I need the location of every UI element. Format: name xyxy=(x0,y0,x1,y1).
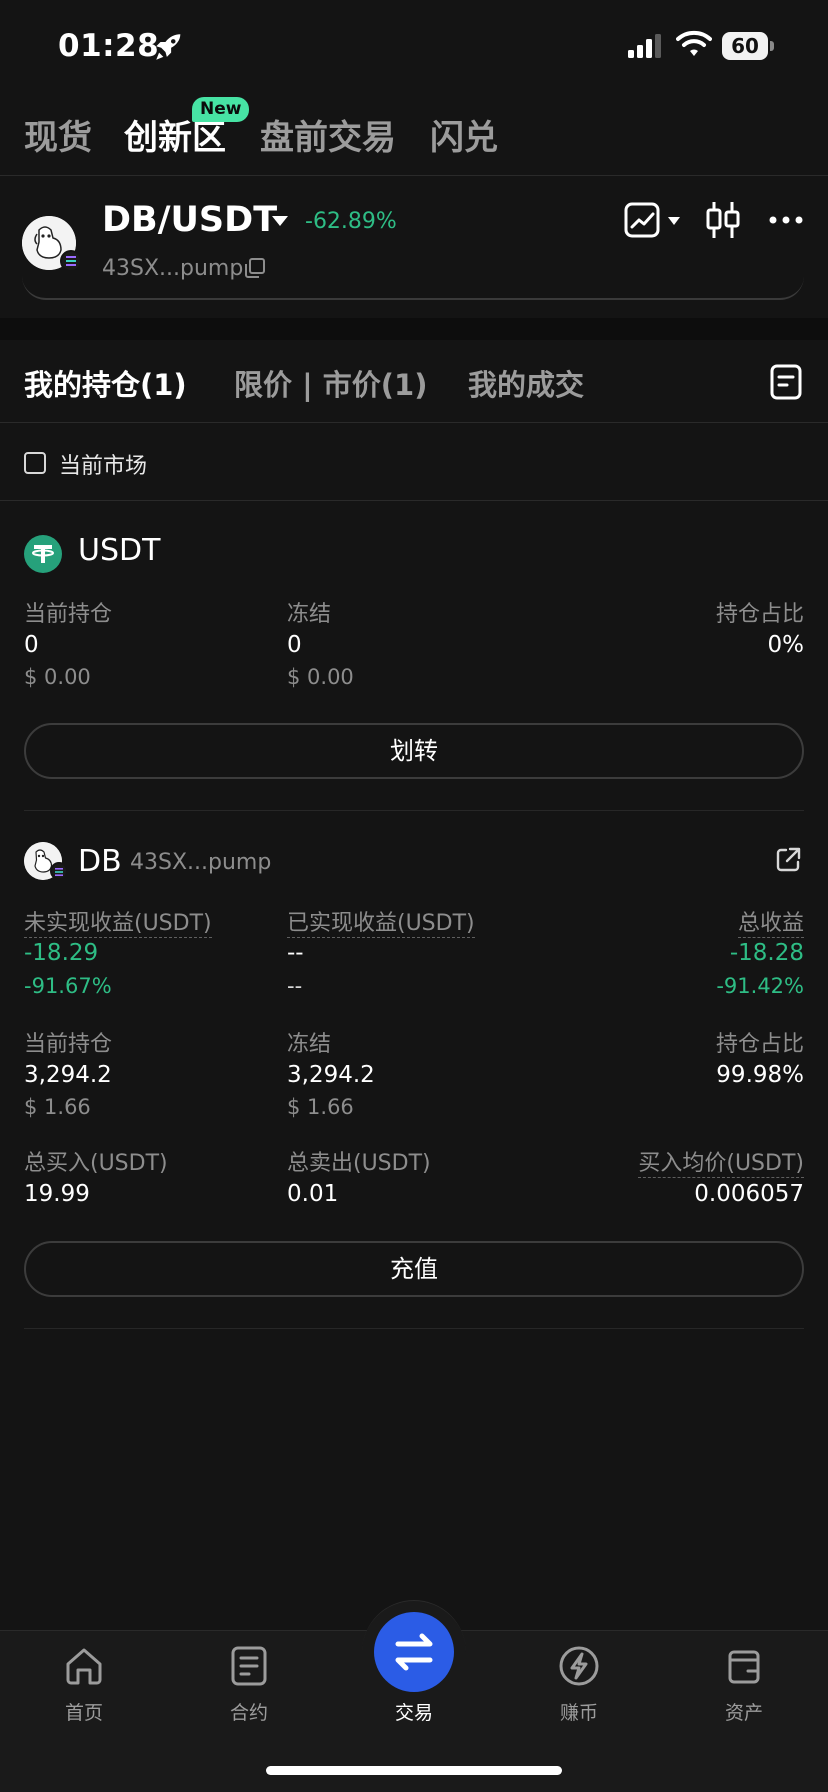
section-gap xyxy=(0,318,828,340)
unrealized-pnl-pct: -91.67% xyxy=(24,974,112,998)
earn-icon xyxy=(559,1646,599,1686)
divider xyxy=(24,1328,804,1329)
rocket-icon xyxy=(156,34,181,60)
db-holding-usd: $ 1.66 xyxy=(24,1095,91,1119)
total-pnl-pct: -91.42% xyxy=(716,974,804,998)
more-icon[interactable] xyxy=(768,206,804,234)
nav-home-label: 首页 xyxy=(64,1702,103,1724)
divider xyxy=(0,500,828,501)
solana-chain-icon xyxy=(50,862,68,880)
wifi-icon xyxy=(676,30,712,56)
current-market-checkbox[interactable] xyxy=(24,452,46,474)
swap-icon xyxy=(395,1633,433,1671)
home-icon xyxy=(66,1648,102,1685)
tab-my-trades[interactable]: 我的成交 xyxy=(468,362,584,404)
usdt-ratio-value: 0% xyxy=(767,632,805,658)
divider xyxy=(0,175,828,176)
total-sell-value: 0.01 xyxy=(287,1181,339,1207)
db-ratio-label: 持仓占比 xyxy=(715,1032,804,1057)
tab-spot[interactable]: 现货 xyxy=(24,110,92,159)
nav-earn-label: 赚币 xyxy=(559,1702,598,1724)
db-frozen-label: 冻结 xyxy=(287,1032,332,1057)
contract-icon xyxy=(231,1646,267,1686)
avg-buy-label[interactable]: 买入均价(USDT) xyxy=(638,1151,804,1178)
tab-my-positions[interactable]: 我的持仓(1) xyxy=(24,362,187,404)
db-holding-label: 当前持仓 xyxy=(24,1032,113,1057)
realized-pnl-pct: -- xyxy=(287,974,303,998)
db-frozen-usd: $ 1.66 xyxy=(287,1095,354,1119)
nav-trade-label: 交易 xyxy=(394,1702,433,1724)
nav-assets[interactable]: 资产 xyxy=(694,1644,794,1724)
realized-pnl-value: -- xyxy=(287,940,304,966)
status-time: 01:28 xyxy=(58,28,160,64)
db-address: 43SX...pump xyxy=(130,850,272,875)
tab-premarket[interactable]: 盘前交易 xyxy=(260,110,396,159)
new-badge: New xyxy=(192,97,250,122)
chart-icon[interactable] xyxy=(624,202,660,238)
usdt-icon xyxy=(24,535,62,573)
realized-pnl-label[interactable]: 已实现收益(USDT) xyxy=(287,911,475,938)
total-sell-label: 总卖出(USDT) xyxy=(287,1151,431,1176)
nav-home[interactable]: 首页 xyxy=(34,1644,134,1724)
header-bottom-edge xyxy=(22,270,804,300)
external-link-icon[interactable] xyxy=(774,846,802,874)
divider xyxy=(0,422,828,423)
nav-contract-label: 合约 xyxy=(229,1702,268,1724)
total-buy-label: 总买入(USDT) xyxy=(24,1151,168,1176)
usdt-holding-usd: $ 0.00 xyxy=(24,665,91,689)
total-pnl-label[interactable]: 总收益 xyxy=(737,911,804,938)
usdt-holding-label: 当前持仓 xyxy=(24,602,113,627)
deposit-button[interactable]: 充值 xyxy=(24,1241,804,1297)
usdt-holding-value: 0 xyxy=(24,632,39,658)
pair-change: -62.89% xyxy=(305,209,397,234)
order-history-icon[interactable] xyxy=(770,364,802,400)
usdt-frozen-value: 0 xyxy=(287,632,302,658)
candlestick-icon[interactable] xyxy=(706,200,740,240)
signal-icon xyxy=(628,34,661,58)
unrealized-pnl-label[interactable]: 未实现收益(USDT) xyxy=(24,911,212,938)
db-holding-value: 3,294.2 xyxy=(24,1062,112,1088)
app-screen: 01:28 60 现货 创新区 New 盘前交易 闪兑 DB/USDT -62.… xyxy=(0,0,828,1792)
pair-dropdown-icon[interactable] xyxy=(272,216,288,226)
usdt-ratio-label: 持仓占比 xyxy=(715,602,804,627)
total-buy-value: 19.99 xyxy=(24,1181,90,1207)
trade-fab-button[interactable] xyxy=(374,1612,454,1692)
transfer-button[interactable]: 划转 xyxy=(24,723,804,779)
battery-level: 60 xyxy=(722,32,768,60)
db-title: DB xyxy=(78,844,122,879)
current-market-label[interactable]: 当前市场 xyxy=(59,448,147,480)
db-frozen-value: 3,294.2 xyxy=(287,1062,375,1088)
total-pnl-value: -18.28 xyxy=(729,940,804,966)
usdt-frozen-label: 冻结 xyxy=(287,602,332,627)
db-ratio-value: 99.98% xyxy=(716,1062,804,1088)
tab-limit-market[interactable]: 限价 | 市价(1) xyxy=(234,362,427,404)
nav-assets-label: 资产 xyxy=(724,1702,763,1724)
nav-earn[interactable]: 赚币 xyxy=(529,1644,629,1724)
nav-trade[interactable]: 交易 xyxy=(364,1698,464,1728)
solana-chain-icon xyxy=(60,250,82,272)
pair-name[interactable]: DB/USDT xyxy=(102,200,277,240)
chart-dropdown-icon[interactable] xyxy=(668,217,680,225)
battery-icon: 60 xyxy=(722,32,774,60)
tab-convert[interactable]: 闪兑 xyxy=(430,110,498,159)
wallet-icon xyxy=(728,1650,760,1684)
usdt-title: USDT xyxy=(78,533,161,568)
usdt-frozen-usd: $ 0.00 xyxy=(287,665,354,689)
nav-contract[interactable]: 合约 xyxy=(199,1644,299,1724)
unrealized-pnl-value: -18.29 xyxy=(24,940,99,966)
divider xyxy=(24,810,804,811)
home-indicator[interactable] xyxy=(266,1766,562,1775)
avg-buy-value: 0.006057 xyxy=(694,1181,804,1207)
